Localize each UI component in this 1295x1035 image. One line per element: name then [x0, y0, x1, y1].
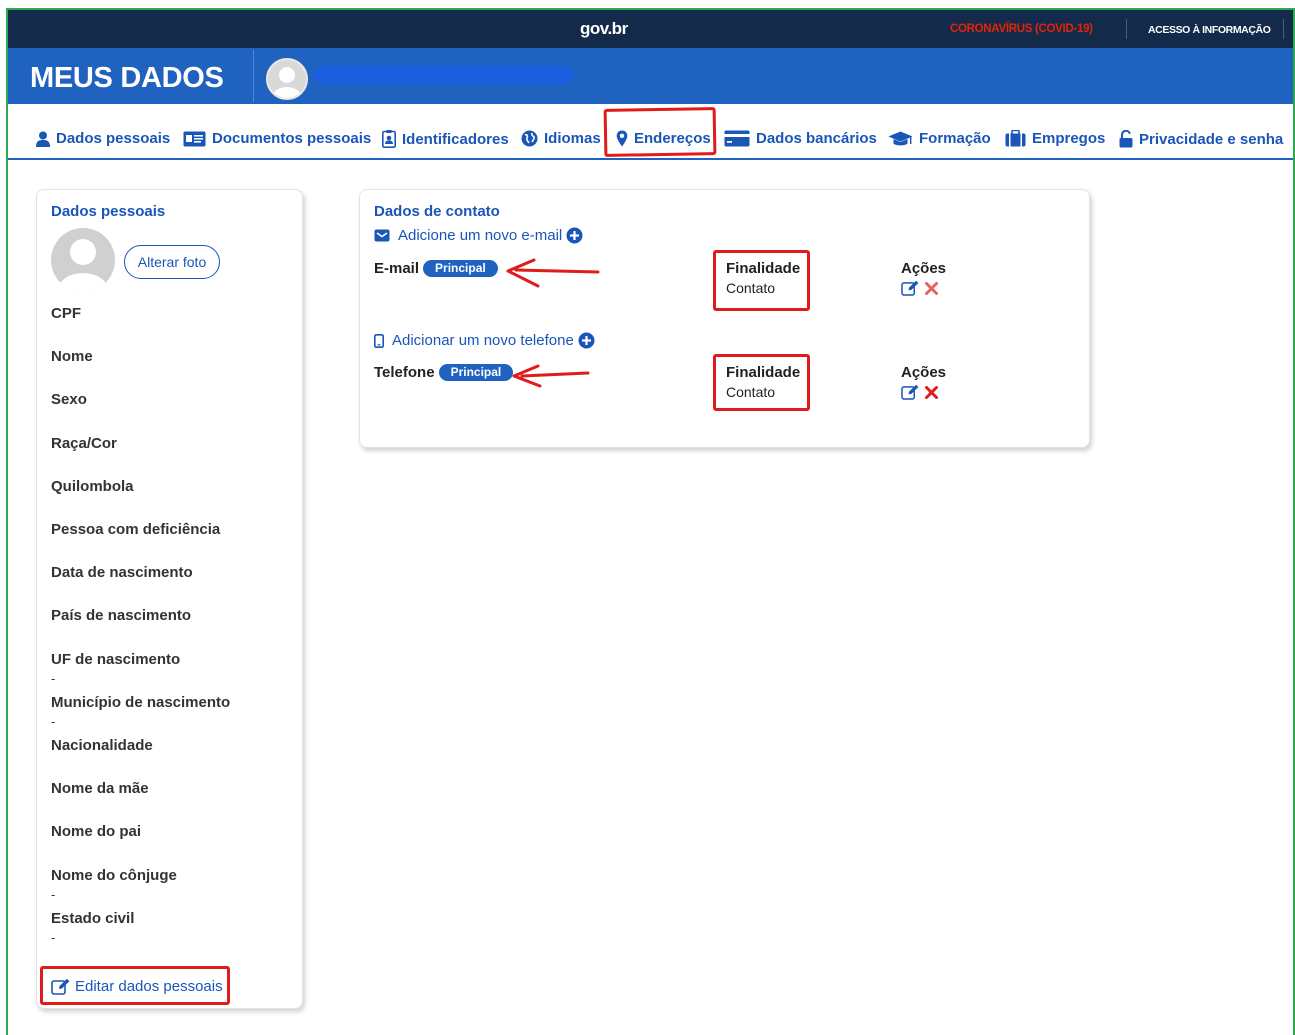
add-phone-label: Adicionar um novo telefone [392, 332, 574, 349]
email-actions [901, 280, 938, 296]
user-name-redacted [314, 66, 574, 84]
edit-icon [51, 978, 70, 995]
id-card-icon [183, 131, 206, 146]
mobile-phone-icon [374, 333, 384, 348]
field-label: UF de nascimento [51, 651, 181, 668]
field-label: Raça/Cor [51, 435, 117, 452]
edit-email-icon[interactable] [901, 280, 919, 296]
briefcase-icon [1005, 130, 1026, 147]
plus-circle-icon [578, 332, 595, 349]
phone-actions [901, 384, 938, 400]
field-value: - [51, 930, 56, 945]
field-value: - [51, 671, 56, 686]
phone-label: Telefone [374, 364, 435, 381]
email-row-label: E-mail Principal [374, 260, 498, 277]
field-label: Data de nascimento [51, 564, 193, 581]
nav-item-privacidade-e-senha[interactable]: Privacidade e senha [1119, 130, 1283, 148]
user-silhouette-icon [272, 67, 302, 98]
field-label: Nome do cônjuge [51, 867, 177, 884]
nav-item-label: Privacidade e senha [1139, 130, 1284, 148]
principal-badge: Principal [438, 364, 514, 381]
topbar-separator [1283, 19, 1284, 39]
nav-item-label: Empregos [1032, 130, 1106, 147]
nav-item-label: Identificadores [402, 130, 509, 148]
user-icon [36, 131, 50, 147]
user-silhouette-icon [58, 239, 108, 292]
field-label: País de nascimento [51, 607, 192, 624]
nav-item-dados-pessoais[interactable]: Dados pessoais [36, 130, 170, 147]
credit-card-icon [724, 130, 750, 147]
field-label: Nome da mãe [51, 780, 149, 797]
nav-item-label: Dados pessoais [56, 130, 171, 147]
annotation-arrow-phone [512, 364, 590, 388]
field-label: Nome [51, 348, 93, 365]
field-label: Estado civil [51, 910, 135, 927]
phone-actions-title: Ações [901, 364, 947, 381]
email-purpose-value: Contato [726, 280, 776, 296]
topbar-separator [1126, 19, 1127, 39]
personal-data-title: Dados pessoais [51, 203, 166, 220]
nav-item-label: Endereços [634, 130, 711, 147]
nav-item-enderecos[interactable]: Endereços [616, 130, 711, 147]
page-header: MEUS DADOS [8, 48, 1293, 104]
delete-phone-icon[interactable] [925, 385, 938, 399]
field-label: Nacionalidade [51, 737, 153, 754]
delete-email-icon[interactable] [925, 281, 938, 295]
gov-logo[interactable]: gov.br [580, 19, 628, 39]
add-phone-link[interactable]: Adicionar um novo telefone [374, 332, 595, 349]
section-nav: Dados pessoais Documentos pessoais Ident… [8, 104, 1293, 160]
nav-item-dados-bancarios[interactable]: Dados bancários [724, 130, 877, 147]
edit-personal-data-label: Editar dados pessoais [75, 978, 223, 995]
map-marker-icon [616, 130, 628, 147]
nav-item-label: Dados bancários [756, 130, 877, 147]
phone-purpose-value: Contato [726, 384, 776, 400]
field-label: Pessoa com deficiência [51, 521, 221, 538]
badge-icon [382, 130, 396, 148]
header-divider [253, 50, 254, 102]
covid-link[interactable]: CORONAVÍRUS (COVID-19) [950, 23, 1093, 35]
field-value: - [51, 714, 56, 729]
lock-icon [1119, 130, 1133, 148]
phone-purpose-title: Finalidade [726, 364, 801, 381]
nav-item-identificadores[interactable]: Identificadores [382, 130, 509, 148]
contact-data-card: Dados de contato Adicione um novo e-mail… [359, 189, 1090, 448]
principal-badge: Principal [423, 260, 498, 277]
field-label: Nome do pai [51, 823, 142, 840]
field-value: - [51, 887, 56, 902]
nav-item-formacao[interactable]: Formação [888, 130, 991, 147]
field-label: Quilombola [51, 478, 134, 495]
nav-item-label: Idiomas [544, 130, 601, 147]
field-label: CPF [51, 305, 81, 322]
add-email-link[interactable]: Adicione um novo e-mail [374, 227, 583, 244]
acesso-informacao-link[interactable]: ACESSO À INFORMAÇÃO [1148, 24, 1271, 36]
edit-phone-icon[interactable] [901, 384, 919, 400]
email-label: E-mail [374, 260, 420, 277]
nav-item-documentos-pessoais[interactable]: Documentos pessoais [183, 130, 371, 147]
personal-data-card: Dados pessoais Alterar foto CPF Nome Sexo R… [36, 189, 303, 1009]
edit-personal-data-link[interactable]: Editar dados pessoais [51, 978, 223, 995]
nav-item-label: Formação [919, 130, 991, 147]
change-photo-button[interactable]: Alterar foto [124, 245, 220, 279]
phone-row-label: Telefone Principal [374, 364, 514, 381]
page-title: MEUS DADOS [30, 62, 224, 94]
profile-photo [51, 228, 115, 292]
nav-item-empregos[interactable]: Empregos [1005, 130, 1105, 147]
annotation-arrow-email [506, 258, 600, 288]
gov-topbar: gov.br CORONAVÍRUS (COVID-19) ACESSO À I… [8, 10, 1293, 48]
field-label: Município de nascimento [51, 694, 231, 711]
graduation-cap-icon [888, 131, 913, 145]
globe-icon [521, 130, 538, 147]
page-frame: gov.br CORONAVÍRUS (COVID-19) ACESSO À I… [6, 8, 1295, 1035]
contact-data-title: Dados de contato [374, 203, 500, 220]
envelope-icon [374, 229, 390, 242]
email-actions-title: Ações [901, 260, 947, 277]
nav-item-label: Documentos pessoais [212, 130, 372, 147]
user-avatar[interactable] [266, 58, 308, 100]
add-email-label: Adicione um novo e-mail [398, 227, 563, 244]
field-label: Sexo [51, 391, 87, 408]
plus-circle-icon [566, 227, 583, 244]
nav-item-idiomas[interactable]: Idiomas [521, 130, 601, 147]
email-purpose-title: Finalidade [726, 260, 801, 277]
